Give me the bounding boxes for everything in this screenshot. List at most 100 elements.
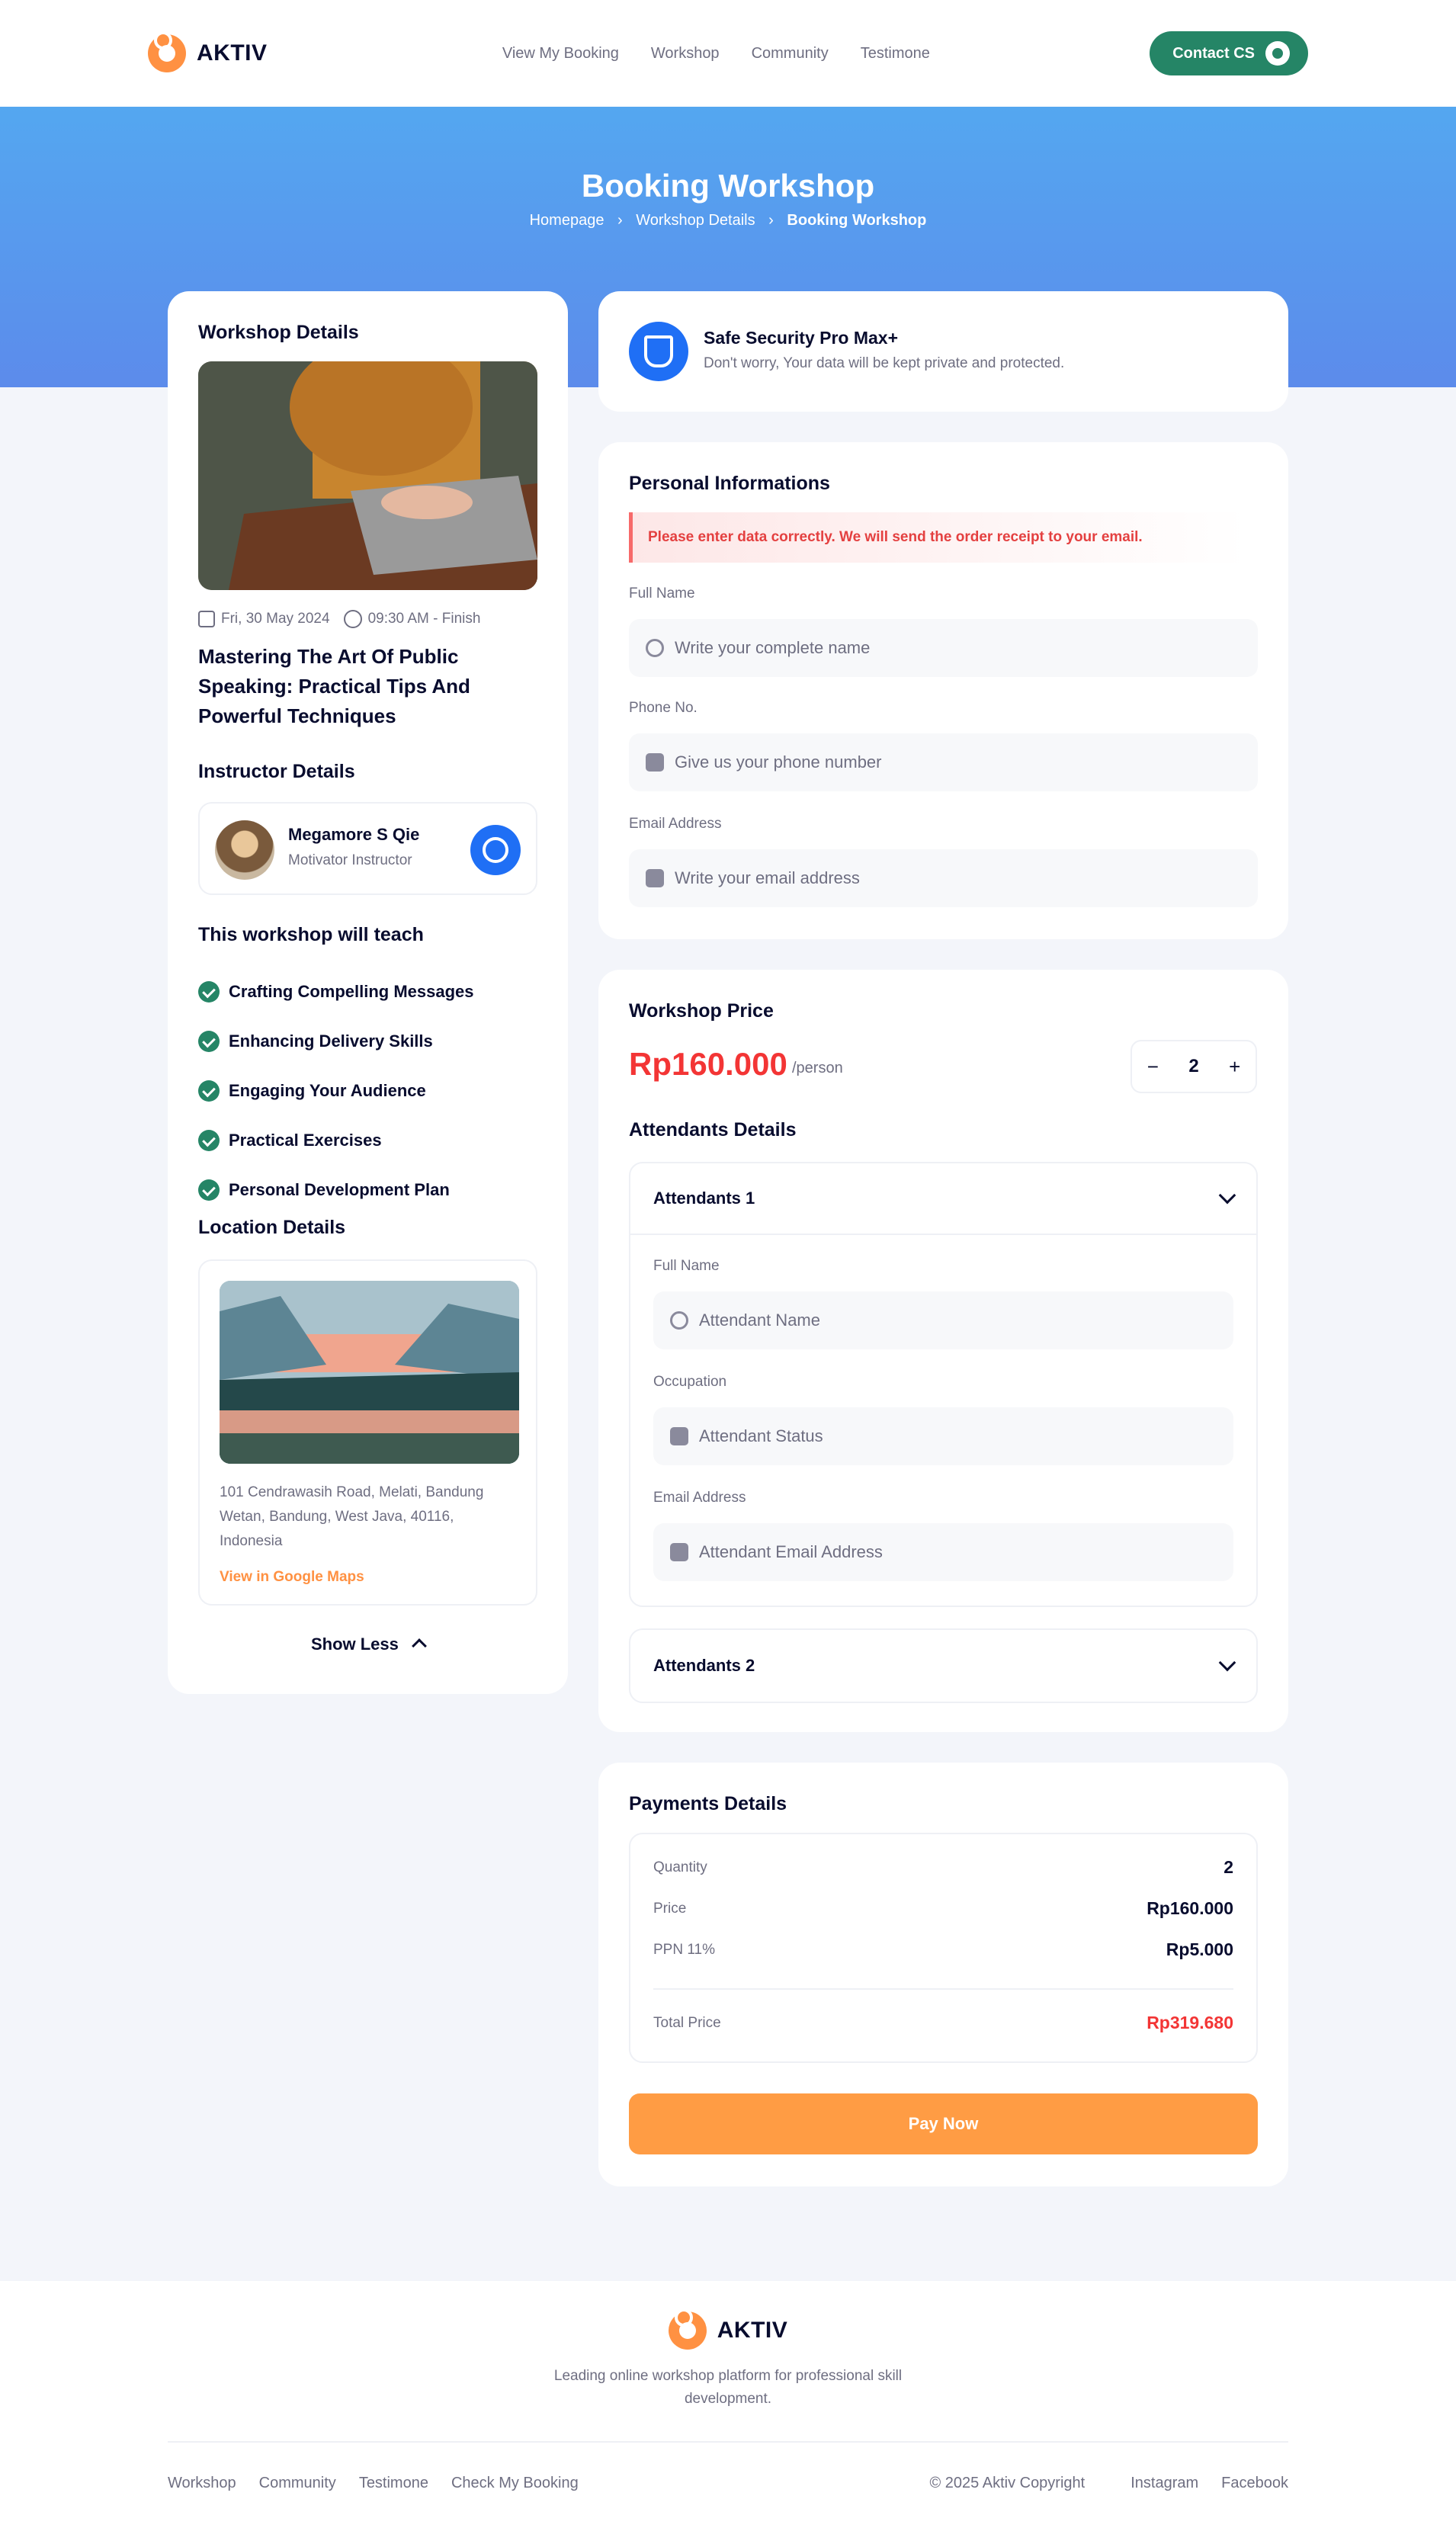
price-value: Rp160.000 bbox=[629, 1046, 787, 1082]
mail-icon bbox=[646, 869, 664, 887]
phone-icon bbox=[646, 753, 664, 772]
attendant-2-header[interactable]: Attendants 2 bbox=[630, 1630, 1256, 1702]
payment-summary: Quantity 2 Price Rp160.000 PPN 11% Rp5.0… bbox=[629, 1833, 1258, 2063]
occupation-input[interactable]: Attendant Status bbox=[653, 1407, 1233, 1465]
breadcrumb: Homepage › Workshop Details › Booking Wo… bbox=[0, 212, 1456, 229]
workshop-time: 09:30 AM - Finish bbox=[343, 610, 481, 628]
workshop-time-text: 09:30 AM - Finish bbox=[367, 611, 481, 627]
attendant-1-title: Attendants 1 bbox=[653, 1189, 755, 1208]
divider bbox=[653, 1988, 1233, 1990]
contact-cs-button[interactable]: Contact CS bbox=[1150, 31, 1308, 75]
footer-divider bbox=[168, 2441, 1288, 2443]
full-name-input[interactable]: Write your complete name bbox=[629, 619, 1258, 677]
teach-item-label: Practical Exercises bbox=[229, 1130, 382, 1150]
footer-link-workshop[interactable]: Workshop bbox=[168, 2475, 236, 2492]
verified-badge-icon bbox=[470, 825, 521, 875]
chevron-up-icon bbox=[412, 1638, 427, 1654]
check-circle-icon bbox=[198, 1129, 220, 1151]
decrement-button[interactable]: − bbox=[1147, 1055, 1159, 1079]
quantity-label: Quantity bbox=[653, 1859, 707, 1875]
copyright-text: © 2025 Aktiv Copyright bbox=[929, 2475, 1086, 2491]
teach-item: Practical Exercises bbox=[198, 1115, 474, 1165]
phone-input[interactable]: Give us your phone number bbox=[629, 733, 1258, 791]
footer-brand: AKTIV bbox=[668, 2308, 788, 2350]
nav-link-view-my-booking[interactable]: View My Booking bbox=[502, 45, 619, 63]
attendant-2-title: Attendants 2 bbox=[653, 1656, 755, 1675]
contact-cs-label: Contact CS bbox=[1172, 44, 1255, 62]
quantity-amount: 2 bbox=[1223, 1857, 1233, 1877]
google-maps-link[interactable]: View in Google Maps bbox=[220, 1569, 364, 1586]
mail-icon bbox=[670, 1543, 688, 1561]
brand-logo[interactable]: AKTIV bbox=[148, 31, 268, 72]
check-circle-icon bbox=[198, 1179, 220, 1201]
workshop-thumbnail bbox=[198, 361, 537, 590]
payment-heading: Payments Details bbox=[629, 1793, 787, 1814]
breadcrumb-homepage[interactable]: Homepage bbox=[530, 212, 605, 229]
workshop-date: Fri, 30 May 2024 bbox=[198, 611, 330, 627]
footer-tagline-text: Leading online workshop platform for pro… bbox=[553, 2368, 903, 2407]
footer-link-instagram[interactable]: Instagram bbox=[1130, 2475, 1198, 2492]
footer-tagline: Leading online workshop platform for pro… bbox=[0, 2365, 1456, 2411]
footer: AKTIV Leading online workshop platform f… bbox=[0, 2281, 1456, 2528]
teach-item-label: Crafting Compelling Messages bbox=[229, 981, 474, 1001]
breadcrumb-current: Booking Workshop bbox=[787, 212, 927, 229]
footer-link-community[interactable]: Community bbox=[259, 2475, 336, 2492]
increment-button[interactable]: + bbox=[1229, 1055, 1240, 1079]
footer-link-testimone[interactable]: Testimone bbox=[359, 2475, 428, 2492]
whatsapp-icon bbox=[1265, 41, 1290, 66]
attendant-name-label: Full Name bbox=[653, 1258, 720, 1274]
personal-info-card: Personal Informations Please enter data … bbox=[598, 442, 1288, 939]
attendant-email-placeholder: Attendant Email Address bbox=[699, 1542, 883, 1561]
price-unit: /person bbox=[792, 1060, 843, 1076]
breadcrumb-separator-icon: › bbox=[617, 212, 623, 229]
quantity-stepper: − 2 + bbox=[1130, 1040, 1257, 1093]
check-circle-icon bbox=[198, 1030, 220, 1052]
teach-item: Crafting Compelling Messages bbox=[198, 967, 474, 1016]
attendants-heading: Attendants Details bbox=[629, 1119, 797, 1140]
price-label: Price bbox=[653, 1900, 687, 1917]
footer-link-check-my-booking[interactable]: Check My Booking bbox=[451, 2475, 579, 2492]
shield-icon bbox=[629, 322, 688, 381]
total-amount: Rp319.680 bbox=[1147, 2013, 1233, 2032]
footer-right: © 2025 Aktiv Copyright Instagram Faceboo… bbox=[929, 2475, 1288, 2492]
total-label: Total Price bbox=[653, 2014, 721, 2031]
footer-logo[interactable]: AKTIV bbox=[0, 2308, 1456, 2350]
top-navbar: AKTIV View My Booking Workshop Community… bbox=[0, 0, 1456, 107]
nav-link-testimone[interactable]: Testimone bbox=[861, 45, 930, 63]
payment-details-card: Payments Details Quantity 2 Price Rp160.… bbox=[598, 1763, 1288, 2186]
instructor-name: Megamore S Qie bbox=[288, 825, 420, 844]
aktiv-logo-icon bbox=[148, 31, 186, 72]
workshop-details-heading: Workshop Details bbox=[198, 322, 359, 343]
payment-row-total: Total Price Rp319.680 bbox=[653, 2013, 1233, 2033]
payment-row-tax: PPN 11% Rp5.000 bbox=[653, 1939, 1233, 1960]
workshop-price-heading: Workshop Price bbox=[629, 1000, 774, 1022]
workshop-title: Mastering The Art Of Public Speaking: Pr… bbox=[198, 645, 470, 727]
attendant-email-input[interactable]: Attendant Email Address bbox=[653, 1523, 1233, 1581]
nav-link-workshop[interactable]: Workshop bbox=[651, 45, 720, 63]
teach-item-label: Personal Development Plan bbox=[229, 1179, 450, 1199]
attendant-name-placeholder: Attendant Name bbox=[699, 1311, 820, 1330]
occupation-placeholder: Attendant Status bbox=[699, 1426, 823, 1445]
phone-label: Phone No. bbox=[629, 700, 698, 716]
footer-link-facebook[interactable]: Facebook bbox=[1221, 2475, 1288, 2492]
security-title: Safe Security Pro Max+ bbox=[704, 328, 899, 348]
teach-heading: This workshop will teach bbox=[198, 924, 424, 945]
price-amount: Rp160.000 bbox=[1147, 1898, 1233, 1918]
attendant-1-header[interactable]: Attendants 1 bbox=[630, 1163, 1256, 1235]
email-input[interactable]: Write your email address bbox=[629, 849, 1258, 907]
breadcrumb-workshop-details[interactable]: Workshop Details bbox=[636, 212, 755, 229]
workshop-price-card: Workshop Price Rp160.000 /person − 2 + A… bbox=[598, 970, 1288, 1732]
nav-link-community[interactable]: Community bbox=[752, 45, 829, 63]
tax-amount: Rp5.000 bbox=[1166, 1939, 1233, 1959]
pay-now-button[interactable]: Pay Now bbox=[629, 2093, 1258, 2154]
user-icon bbox=[670, 1311, 688, 1330]
teach-item: Enhancing Delivery Skills bbox=[198, 1016, 474, 1066]
teach-item: Engaging Your Audience bbox=[198, 1066, 474, 1115]
show-less-button[interactable]: Show Less bbox=[168, 1635, 568, 1654]
location-address: 101 Cendrawasih Road, Melati, Bandung We… bbox=[220, 1484, 484, 1549]
clock-icon bbox=[343, 610, 362, 628]
page-title: Booking Workshop bbox=[581, 168, 875, 204]
check-circle-icon bbox=[198, 1080, 220, 1102]
attendant-name-input[interactable]: Attendant Name bbox=[653, 1291, 1233, 1349]
instructor-role: Motivator Instructor bbox=[288, 852, 412, 868]
